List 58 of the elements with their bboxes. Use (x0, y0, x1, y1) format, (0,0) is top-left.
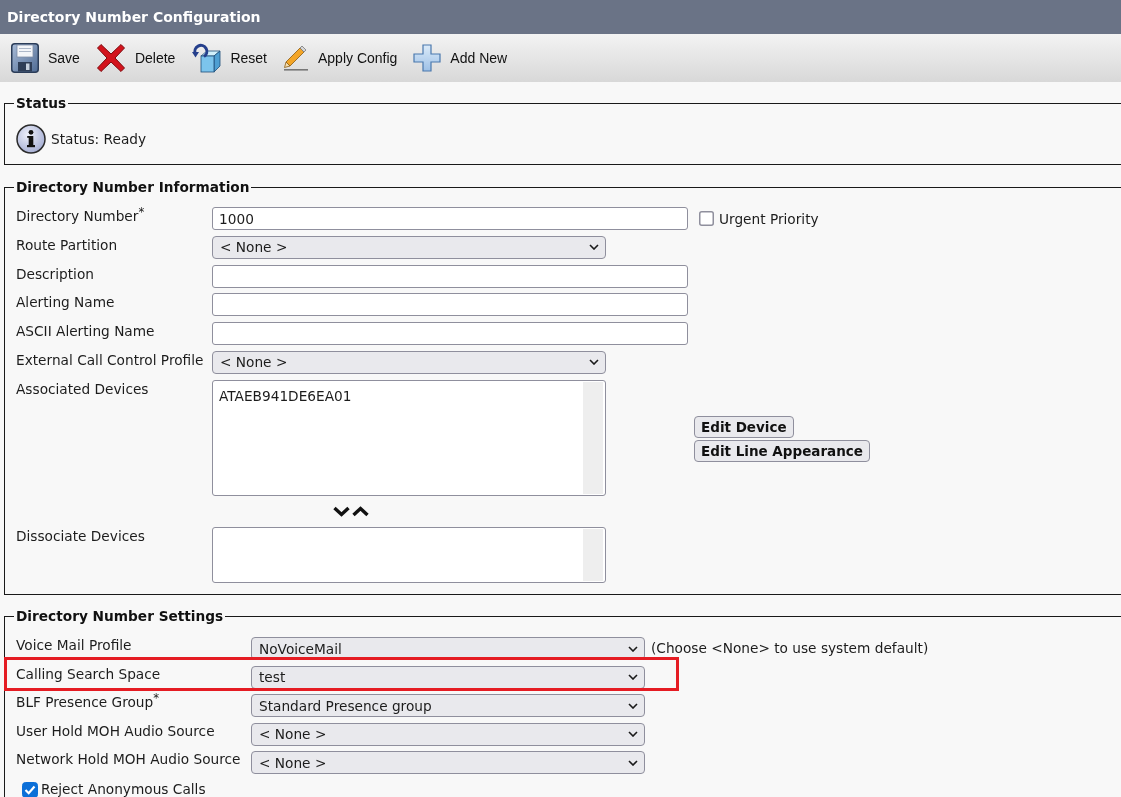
dropdown[interactable]: Standard Presence group (251, 694, 645, 717)
checkbox-label: Urgent Priority (719, 210, 819, 227)
edit-button[interactable]: Edit Device (694, 415, 794, 438)
checkbox-label: Reject Anonymous Calls (41, 782, 206, 797)
field-label: Dissociate Devices (16, 527, 146, 544)
status-message: Status: Ready (51, 131, 147, 147)
chevron-down-icon (628, 759, 638, 766)
field-label: Directory Number$^{*}$ (16, 207, 146, 224)
chevron-down-icon[interactable] (333, 505, 350, 517)
text-field[interactable] (212, 322, 688, 345)
add-new-button[interactable]: Add New (413, 44, 508, 72)
list-item[interactable]: ATAEB941DE6EA01 (219, 387, 352, 404)
field-label: Network Hold MOH Audio Source (16, 751, 242, 767)
apply-config-button[interactable]: Apply Config (282, 45, 398, 71)
edit-button[interactable]: Edit Line Appearance (694, 439, 870, 462)
section-title: Directory Number Settings (15, 608, 225, 624)
chevron-down-icon (628, 674, 638, 680)
field-label: External Call Control Profile (16, 350, 205, 368)
field-label: Calling Search Space (16, 665, 162, 682)
scrollbar (583, 529, 603, 581)
text-field[interactable] (212, 264, 688, 288)
chevron-up-icon[interactable] (352, 505, 369, 517)
reset-button[interactable]: Reset (191, 43, 267, 73)
dropdown[interactable]: < None > (251, 751, 645, 774)
chevron-down-icon (628, 731, 638, 737)
chevron-down-icon (589, 359, 599, 366)
dropdown[interactable]: < None > (251, 722, 645, 746)
chevron-down-icon (628, 645, 638, 652)
dropdown[interactable]: < None > (212, 235, 606, 259)
checkbox[interactable] (22, 781, 38, 797)
hint-text: (Choose <None> to use system default) (651, 639, 929, 656)
checkbox[interactable] (699, 211, 714, 226)
field-label: BLF Presence Group$^{*}$ (16, 694, 160, 710)
text-field[interactable] (212, 293, 688, 317)
window-title: Directory Number Configuration (7, 9, 261, 25)
text-field[interactable]: 1000 (212, 207, 688, 230)
delete-icon (95, 43, 126, 73)
section-title: Status (15, 95, 68, 111)
dropdown[interactable]: test (251, 665, 645, 689)
chevron-down-icon (628, 702, 638, 709)
pencil-icon (282, 45, 309, 71)
dropdown[interactable]: < None > (212, 350, 606, 374)
section-title: Directory Number Information (15, 179, 251, 195)
chevron-down-icon (589, 244, 599, 251)
field-label: ASCII Alerting Name (16, 322, 156, 339)
field-label: Alerting Name (16, 293, 116, 311)
info-icon (16, 124, 46, 154)
plus-icon (413, 44, 442, 72)
cube-refresh-icon (191, 43, 222, 73)
field-label: Voice Mail Profile (16, 637, 133, 653)
field-label: Route Partition (16, 235, 119, 253)
listbox[interactable]: ATAEB941DE6EA01 (212, 379, 606, 496)
field-label: Description (16, 264, 95, 282)
field-label: User Hold MOH Audio Source (16, 722, 216, 739)
delete-button[interactable]: Delete (95, 43, 176, 73)
listbox[interactable] (212, 527, 606, 583)
field-label: Associated Devices (16, 379, 150, 397)
save-button[interactable]: Save (11, 43, 80, 73)
